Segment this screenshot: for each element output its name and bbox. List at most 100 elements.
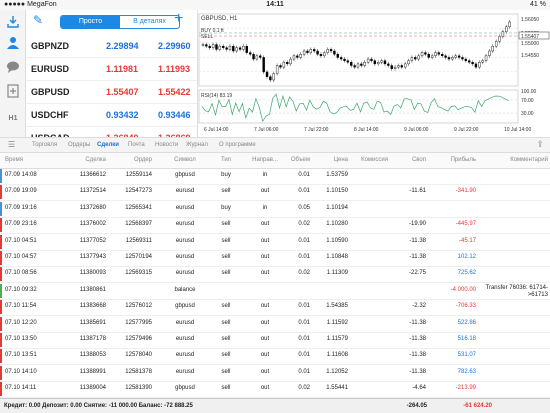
column-header-comment[interactable]: Комментарий [480, 157, 548, 163]
candle-body [350, 62, 353, 66]
messages-icon[interactable] [3, 60, 23, 78]
cell-symbol: gbpusd [175, 172, 195, 178]
cell-deal: 11376002 [79, 221, 106, 228]
tab-3[interactable]: Почта [128, 138, 145, 153]
cell-price: 1.53759 [326, 172, 348, 178]
candle-body [326, 49, 329, 53]
cell-type: sell [221, 368, 231, 375]
export-icon[interactable]: ⇪ [536, 139, 544, 150]
cell-type: sell [221, 336, 231, 342]
candle-body [228, 45, 232, 50]
column-header-volume[interactable]: Объем [286, 157, 310, 163]
column-header-time[interactable]: Время [5, 157, 57, 163]
cell-symbol: eurusd [175, 254, 195, 260]
profit-total: -61 624.20 [463, 403, 492, 409]
cell-time: 07.09 23:16 [5, 221, 37, 228]
column-header-symbol[interactable]: Символ [160, 157, 210, 163]
candle-body [424, 52, 427, 55]
cell-order: 12565341 [125, 204, 152, 211]
table-row[interactable]: 07.09 14:08 11366612 12559114 gbpusd buy in 0.… [0, 169, 550, 185]
cell-symbol: eurusd [175, 221, 195, 228]
accounts-icon[interactable] [3, 36, 23, 54]
column-header-order[interactable]: Ордер [108, 157, 152, 163]
candle-body [360, 63, 363, 66]
table-row[interactable]: 07.09 19:09 11372514 12547273 eurusd sell out… [0, 185, 550, 202]
cell-order: 12569315 [125, 270, 152, 277]
column-header-swap[interactable]: Своп [392, 157, 426, 163]
cell-deal: 11377052 [79, 237, 106, 244]
price-tick: 1.55407 [521, 34, 539, 40]
candle-body [238, 47, 242, 50]
row-marker [0, 300, 2, 315]
add-symbol-icon[interactable]: + [174, 10, 183, 28]
table-row[interactable]: 07.10 14:10 11388991 12581378 eurusd sell out… [0, 365, 550, 382]
candle-body [269, 76, 272, 81]
cell-order: 12581390 [125, 385, 152, 392]
tab-1[interactable]: Ордеры [68, 138, 90, 153]
cell-profit: 522.86 [457, 319, 476, 326]
cell-dir: in [262, 204, 268, 211]
simple-mode-button[interactable]: Просто [61, 16, 120, 28]
column-header-type[interactable]: Тип [212, 157, 240, 163]
table-row[interactable]: 07.10 04:51 11377052 12569311 eurusd sell out… [0, 234, 550, 251]
column-header-price[interactable]: Цена [314, 157, 348, 163]
candle-body [316, 50, 319, 55]
quote-symbol: GBPUSD [31, 87, 70, 97]
cell-price: 1.10848 [326, 254, 348, 260]
column-header-dir[interactable]: Направ... [245, 157, 285, 163]
table-row[interactable]: 07.10 04:57 11377943 12570194 eurusd sell out… [0, 251, 550, 267]
table-row[interactable]: 07.10 08:56 11380093 12569315 eurusd sell out… [0, 267, 550, 284]
quote-row[interactable]: USDCAD1.268401.26869 [26, 127, 197, 137]
table-row[interactable]: 07.10 13:51 11388053 12578040 eurusd sell out… [0, 349, 550, 366]
candle-body [377, 62, 380, 65]
table-row[interactable]: 07.10 12:20 11385691 12577995 eurusd sell out… [0, 316, 550, 333]
cell-volume: 0.01 [298, 303, 310, 310]
detailed-mode-button[interactable]: В деталях [120, 16, 179, 28]
cell-swap: -11.38 [409, 254, 426, 260]
quote-row[interactable]: USDCHF 0.93432 0.93446 [26, 104, 197, 127]
table-row[interactable]: 07.09 23:16 11376002 12568397 eurusd sell out… [0, 218, 550, 235]
candle-body [346, 60, 350, 63]
candle-body [454, 55, 457, 58]
quote-row[interactable]: GBPNZD 2.29894 2.29960 [26, 35, 197, 58]
column-header-commission[interactable]: Комиссия [350, 157, 388, 163]
table-row[interactable]: 07.10 14:11 11389004 12581390 gbpusd sell out… [0, 382, 550, 399]
quote-row[interactable]: EURUSD 1.11981 1.11993 [26, 58, 197, 81]
tab-4[interactable]: Новости [155, 138, 178, 153]
candle-body [205, 44, 208, 47]
quotes-icon[interactable] [3, 14, 23, 32]
tab-2[interactable]: Сделки [97, 138, 119, 153]
cell-order: 12569311 [125, 237, 152, 244]
table-row[interactable]: 07.10 13:50 11387178 12579496 eurusd sell out… [0, 333, 550, 349]
quote-symbol: GBPNZD [31, 41, 69, 51]
candle-body [252, 54, 255, 60]
column-header-deal[interactable]: Сделка [62, 157, 106, 163]
price-chart[interactable]: GBPUSD, H1BUY 0.1 ftSELL1.560501.556251.… [197, 10, 550, 137]
candle-body [245, 45, 249, 53]
tab-6[interactable]: О программе [219, 138, 256, 153]
cell-volume: 0.01 [298, 319, 310, 326]
new-order-icon[interactable] [3, 84, 23, 102]
cell-profit: 516.18 [457, 336, 476, 342]
timeframe-h1-button[interactable]: H1 [3, 110, 23, 128]
cell-symbol: eurusd [175, 237, 195, 244]
candle-body [434, 52, 437, 57]
edit-icon[interactable]: ✎ [33, 13, 43, 27]
candle-body [403, 63, 407, 68]
row-marker [0, 316, 2, 331]
quote-row[interactable]: GBPUSD 1.55407 1.55422 [26, 81, 197, 104]
table-row[interactable]: 07.10 09:32 11380861 balance -4 000.00 Trans… [0, 283, 550, 300]
table-row[interactable]: 07.09 19:16 11372680 12565341 eurusd buy in 0.… [0, 201, 550, 218]
column-header-profit[interactable]: Прибыль [430, 157, 476, 163]
tab-0[interactable]: Торговля [32, 138, 57, 153]
tab-5[interactable]: Журнал [186, 138, 208, 153]
table-row[interactable]: 07.10 11:54 11383668 12576012 gbpusd sell out… [0, 300, 550, 317]
chart-canvas[interactable]: GBPUSD, H1BUY 0.1 ftSELL1.560501.556251.… [198, 10, 550, 137]
menu-icon[interactable]: ☰ [8, 140, 15, 149]
candle-body [478, 62, 481, 68]
cell-volume: 0.01 [298, 352, 310, 359]
cell-price: 1.11592 [326, 319, 348, 326]
cell-symbol: eurusd [175, 188, 195, 195]
time-tick: 7 Jul 22:00 [304, 127, 329, 133]
cell-price: 1.10194 [326, 204, 348, 211]
